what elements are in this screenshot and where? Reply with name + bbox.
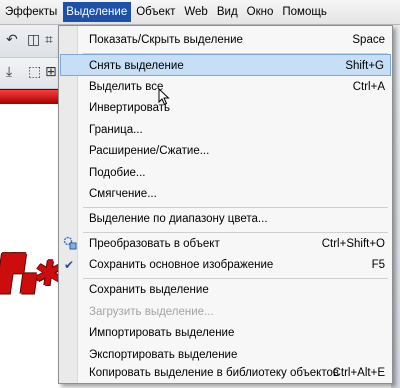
menu-web[interactable]: Web (181, 2, 211, 22)
menu-item-label: Подобие... (89, 167, 146, 179)
menu-item-label: Снять выделение (89, 60, 184, 72)
menu-item-feather[interactable]: Смягчение... (60, 183, 391, 205)
menu-item-label: Выделить все (89, 81, 164, 93)
menu-item-label: Сохранить выделение (89, 284, 209, 296)
menu-item-label: Выделение по диапазону цвета... (89, 213, 268, 225)
menu-item-label: Импортировать выделение (89, 327, 235, 339)
menu-object[interactable]: Объект (133, 2, 179, 22)
menu-item-label: Граница... (89, 124, 143, 136)
menu-item-shortcut: Space (352, 34, 385, 46)
grid-icon[interactable]: ⊞ (45, 64, 57, 80)
menu-item-save-base-image[interactable]: ✔ Сохранить основное изображение F5 (60, 254, 391, 276)
menu-item-label: Сохранить основное изображение (89, 259, 274, 271)
menu-item-copy-to-library[interactable]: Копировать выделение в библиотеку объект… (60, 365, 391, 382)
menu-item-label: Копировать выделение в библиотеку объект… (89, 367, 339, 379)
tool-options-bar: ⤓ ⬚ ⊞ (0, 58, 60, 89)
menu-item-shortcut: Ctrl+Alt+E (332, 367, 385, 379)
download-icon[interactable]: ⤓ (6, 64, 12, 80)
menu-item-invert[interactable]: Инвертировать (60, 97, 391, 119)
menu-item-label: Загрузить выделение... (89, 306, 214, 318)
menu-selection[interactable]: Выделение (63, 2, 132, 22)
image-canvas[interactable]: ▟▚✱ (0, 104, 64, 388)
camera-icon[interactable]: ◫ (27, 32, 40, 48)
undo-icon[interactable]: ↶ (6, 32, 18, 48)
check-icon: ✔ (64, 258, 75, 272)
menu-item-select-all[interactable]: Выделить все Ctrl+A (60, 76, 391, 98)
menu-item-label: Смягчение... (89, 188, 157, 200)
main-toolbar: ↶ ◫ ⌗ (0, 25, 60, 58)
menu-help[interactable]: Помощь (279, 2, 330, 22)
image-tab-strip (0, 89, 60, 105)
menu-item-import-selection[interactable]: Импортировать выделение (60, 322, 391, 344)
convert-to-object-icon (63, 236, 77, 250)
menu-item-expand-contract[interactable]: Расширение/Сжатие... (60, 140, 391, 162)
selection-menu: Показать/Скрыть выделение Space Снять вы… (58, 25, 393, 384)
menu-item-shortcut: F5 (371, 259, 385, 271)
menu-item-deselect[interactable]: Снять выделение Shift+G (60, 54, 391, 76)
selection-mode-icon[interactable]: ⬚ (28, 64, 41, 80)
menu-item-save-selection[interactable]: Сохранить выделение (60, 279, 391, 301)
menu-bar: Эффекты Выделение Объект Web Вид Окно По… (0, 0, 400, 25)
menu-item-shortcut: Ctrl+A (352, 81, 385, 93)
menu-item-similar[interactable]: Подобие... (60, 162, 391, 184)
menu-item-load-selection: Загрузить выделение... (60, 301, 391, 323)
menu-item-convert-to-object[interactable]: Преобразовать в объект Ctrl+Shift+O (60, 233, 391, 255)
menu-item-export-selection[interactable]: Экспортировать выделение (60, 344, 391, 366)
menu-item-color-range[interactable]: Выделение по диапазону цвета... (60, 208, 391, 230)
menu-item-label: Экспортировать выделение (89, 349, 238, 361)
menu-item-shortcut: Ctrl+Shift+O (321, 238, 385, 250)
menu-item-label: Преобразовать в объект (89, 238, 220, 250)
menu-window[interactable]: Окно (244, 2, 278, 22)
menu-item-shortcut: Shift+G (345, 60, 384, 72)
mouse-cursor-icon (158, 88, 170, 106)
crop-icon[interactable]: ⌗ (45, 32, 53, 48)
menu-item-label: Расширение/Сжатие... (89, 145, 210, 157)
menu-item-border[interactable]: Граница... (60, 119, 391, 141)
menu-item-show-hide-selection[interactable]: Показать/Скрыть выделение Space (60, 29, 391, 51)
menu-effects[interactable]: Эффекты (2, 2, 61, 22)
menu-view[interactable]: Вид (214, 2, 242, 22)
menu-item-label: Показать/Скрыть выделение (89, 34, 243, 46)
canvas-artwork-icon: ▟▚✱ (0, 254, 64, 294)
